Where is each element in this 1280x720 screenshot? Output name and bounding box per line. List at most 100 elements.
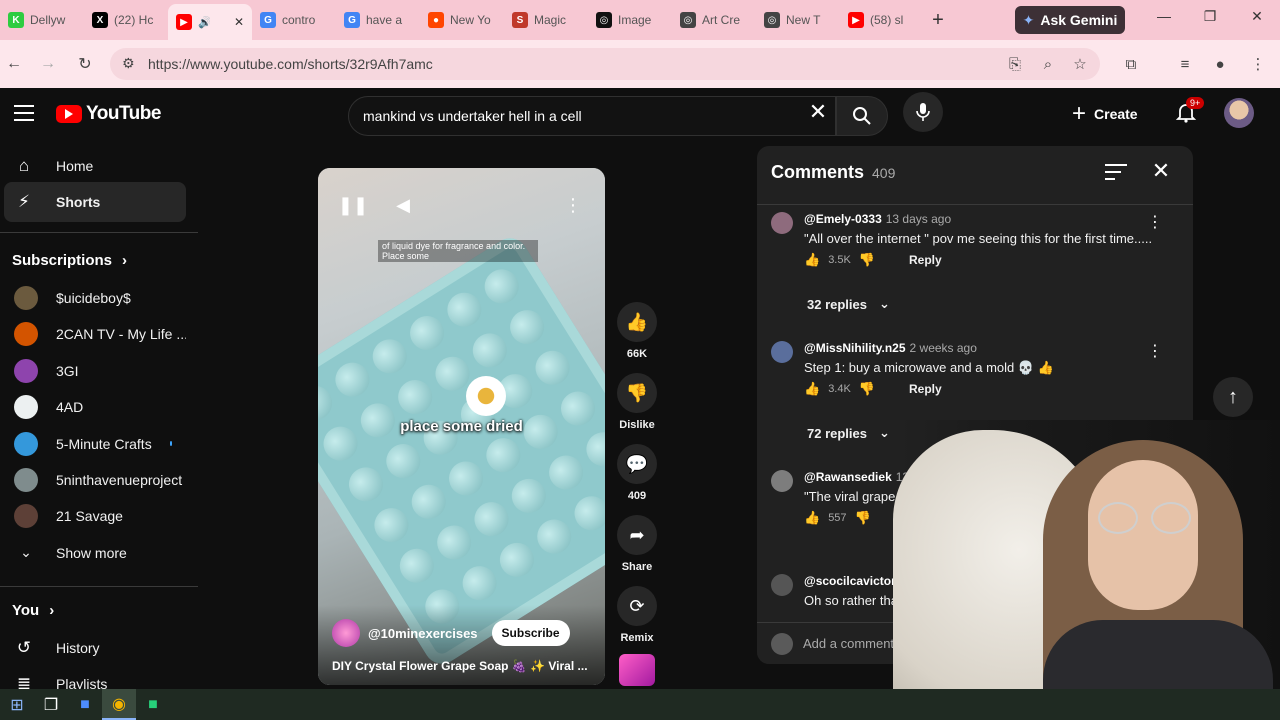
reload-icon[interactable]: ↻	[73, 52, 97, 76]
browser-tab[interactable]: ◎ New T	[756, 4, 840, 36]
like-icon[interactable]: 👍	[804, 252, 820, 268]
dislike-button[interactable]: 👎 Dislike	[617, 373, 657, 431]
subscription-item[interactable]: 5-Minute Crafts	[4, 426, 186, 462]
reply-button[interactable]: Reply	[909, 253, 942, 267]
subscription-item[interactable]: 4AD	[4, 389, 186, 425]
browser-tab[interactable]: ▶ (58) sl	[840, 4, 924, 36]
account-avatar[interactable]	[1224, 98, 1254, 128]
like-icon: 👍	[617, 302, 657, 342]
browser-tab[interactable]: ◎ Art Cre	[672, 4, 756, 36]
dislike-icon[interactable]: 👎	[859, 252, 875, 268]
clear-search-icon[interactable]: ✕	[808, 100, 828, 124]
previous-short-button[interactable]: ↑	[1213, 377, 1253, 417]
you-heading[interactable]: You ›	[12, 602, 54, 619]
sound-thumbnail[interactable]	[619, 654, 655, 686]
app-icon-2[interactable]: ■	[136, 689, 170, 720]
comment-more-icon[interactable]: ⋮	[1147, 212, 1163, 232]
browser-tab[interactable]: X (22) Hc	[84, 4, 168, 36]
mold-cavity	[403, 309, 451, 357]
media-icon[interactable]: ≡	[1175, 54, 1195, 74]
sort-icon[interactable]	[1105, 164, 1127, 185]
commenter-avatar[interactable]	[771, 470, 793, 492]
browser-menu-icon[interactable]: ⋮	[1248, 54, 1268, 74]
extensions-icon[interactable]: ⧉	[1121, 54, 1141, 74]
youtube-logo[interactable]: YouTube	[56, 103, 161, 125]
subscription-item[interactable]: 3GI	[4, 353, 186, 389]
tab-title: New Yo	[450, 13, 491, 27]
remix-button[interactable]: ⟳ Remix	[617, 586, 657, 644]
comment-author[interactable]: @Emely-0333	[804, 212, 882, 226]
like-button[interactable]: 👍 66K	[617, 302, 657, 360]
sidebar-item-history[interactable]: ↺ History	[4, 628, 186, 668]
search-button[interactable]	[836, 96, 888, 136]
new-tab-icon[interactable]: +	[924, 6, 952, 34]
minimize-icon[interactable]: —	[1152, 8, 1176, 24]
bookmark-star-icon[interactable]: ☆	[1070, 54, 1090, 74]
subscribe-button[interactable]: Subscribe	[491, 620, 570, 646]
browser-tab[interactable]: Gcontro	[252, 4, 336, 36]
dislike-icon[interactable]: 👎	[859, 381, 875, 397]
site-info-icon[interactable]: ⚙	[122, 55, 135, 72]
commenter-avatar[interactable]	[771, 212, 793, 234]
video-more-icon[interactable]: ⋮	[558, 190, 588, 220]
like-icon[interactable]: 👍	[804, 381, 820, 397]
commenter-avatar[interactable]	[771, 574, 793, 596]
back-icon[interactable]: ←	[2, 52, 26, 76]
menu-icon[interactable]	[14, 105, 34, 126]
channel-avatar[interactable]	[332, 619, 360, 647]
subscription-item[interactable]: 2CAN TV - My Life ...	[4, 316, 186, 352]
dislike-icon[interactable]: 👎	[855, 510, 871, 526]
pause-icon[interactable]: ❚❚	[338, 190, 368, 220]
browser-tab[interactable]: ▶ 🔊 ✕	[168, 4, 252, 40]
zoom-icon[interactable]: ⌕	[1038, 54, 1058, 74]
subscriptions-heading[interactable]: Subscriptions ›	[12, 252, 127, 269]
chrome-icon[interactable]: ◉	[102, 689, 136, 720]
mold-cavity	[568, 489, 605, 537]
address-bar[interactable]: ⚙ https://www.youtube.com/shorts/32r9Afh…	[110, 48, 1100, 80]
video-title[interactable]: DIY Crystal Flower Grape Soap 🍇 ✨ Viral …	[332, 659, 588, 673]
task-view-icon[interactable]: ❐	[34, 689, 68, 720]
view-replies-button[interactable]: 32 replies ⌄	[807, 296, 890, 312]
close-tab-icon[interactable]: ✕	[234, 15, 244, 29]
commenter-avatar[interactable]	[771, 341, 793, 363]
channel-name[interactable]: @10minexercises	[368, 626, 478, 641]
share-button[interactable]: ➦ Share	[617, 515, 657, 573]
browser-tab[interactable]: S Magic	[504, 4, 588, 36]
subscription-item[interactable]: 21 Savage	[4, 498, 186, 534]
subscription-item[interactable]: $uicideboy$	[4, 280, 186, 316]
app-icon[interactable]: ■	[68, 689, 102, 720]
shorts-video-player[interactable]: of liquid dye for fragrance and color. P…	[318, 168, 605, 685]
show-more-button[interactable]: ⌄ Show more	[4, 535, 186, 571]
install-icon[interactable]: ⎘	[1005, 54, 1025, 74]
restore-icon[interactable]: ❐	[1198, 8, 1222, 25]
subscription-item[interactable]: 5ninthavenueproject	[4, 462, 186, 498]
sidebar-item-home[interactable]: ⌂ Home	[4, 146, 186, 186]
create-button[interactable]: + Create	[1072, 96, 1162, 132]
comment-author[interactable]: @Rawansediek	[804, 470, 892, 484]
ask-gemini-button[interactable]: ✦ Ask Gemini	[1015, 6, 1125, 34]
comment-button[interactable]: 💬 409	[617, 444, 657, 502]
windows-start-icon[interactable]: ⊞	[0, 689, 34, 720]
view-replies-button[interactable]: 72 replies ⌄	[807, 425, 890, 441]
close-comments-icon[interactable]: ✕	[1149, 158, 1173, 184]
voice-search-button[interactable]	[903, 92, 943, 132]
browser-tab[interactable]: K Dellyw	[0, 4, 84, 36]
close-window-icon[interactable]: ✕	[1245, 8, 1269, 25]
audio-playing-icon[interactable]: 🔊	[198, 16, 210, 29]
volume-icon[interactable]: ◀	[388, 190, 418, 220]
reply-button[interactable]: Reply	[909, 382, 942, 396]
remix-icon: ⟳	[617, 586, 657, 626]
browser-tab[interactable]: Ghave a	[336, 4, 420, 36]
comments-count: 409	[872, 165, 896, 181]
arrow-up-icon: ↑	[1228, 385, 1238, 408]
browser-tab[interactable]: ◎ Image	[588, 4, 672, 36]
browser-tab[interactable]: ● New Yo	[420, 4, 504, 36]
comment-more-icon[interactable]: ⋮	[1147, 341, 1163, 361]
comment-author[interactable]: @MissNihility.n25	[804, 341, 906, 355]
sidebar-item-shorts[interactable]: ⚡ Shorts	[4, 182, 186, 222]
forward-icon[interactable]: →	[36, 52, 60, 76]
like-icon[interactable]: 👍	[804, 510, 820, 526]
profile-icon[interactable]: ●	[1210, 54, 1230, 74]
browser-toolbar: ← → ↻ ⚙ https://www.youtube.com/shorts/3…	[0, 40, 1280, 88]
search-input[interactable]: mankind vs undertaker hell in a cell	[348, 96, 836, 136]
